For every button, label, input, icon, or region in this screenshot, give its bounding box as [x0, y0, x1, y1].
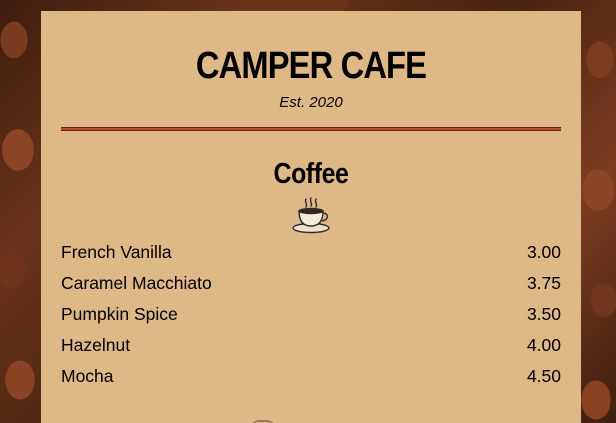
coffee-price: 4.50 [526, 366, 561, 386]
coffee-cup-icon [292, 197, 330, 234]
coffee-section-title: Coffee [273, 158, 349, 190]
coffee-price: 4.00 [526, 335, 561, 355]
coffee-flavor: Pumpkin Spice [61, 304, 178, 324]
coffee-flavor: Hazelnut [61, 335, 131, 355]
header-divider [61, 127, 561, 131]
coffee-item-mocha: Mocha 4.50 [61, 364, 561, 388]
coffee-item-caramel-macchiato: Caramel Macchiato 3.75 [61, 271, 561, 295]
coffee-flavor: Caramel Macchiato [61, 273, 212, 293]
coffee-price: 3.75 [526, 273, 561, 293]
menu-card: CAMPER CAFE Est. 2020 Coffee French Vani… [41, 11, 581, 423]
established-text: Est. 2020 [279, 94, 343, 111]
coffee-item-pumpkin-spice: Pumpkin Spice 3.50 [61, 302, 561, 326]
cafe-name-heading: CAMPER CAFE [195, 45, 427, 87]
coffee-flavor: Mocha [61, 366, 114, 386]
coffee-item-hazelnut: Hazelnut 4.00 [61, 333, 561, 357]
coffee-price: 3.50 [526, 304, 561, 324]
coffee-price: 3.00 [526, 242, 561, 262]
coffee-flavor: French Vanilla [61, 242, 172, 262]
coffee-item-french-vanilla: French Vanilla 3.00 [61, 240, 561, 264]
